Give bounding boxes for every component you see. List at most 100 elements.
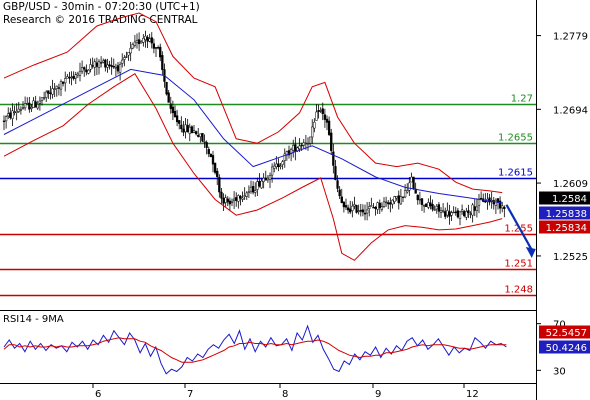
candle-body xyxy=(188,126,191,134)
candle-body xyxy=(209,153,213,158)
price-level-label: 1.248 xyxy=(504,285,533,296)
candle-body xyxy=(42,97,46,99)
price-level-label: 1.2655 xyxy=(498,133,533,144)
candle-body xyxy=(359,210,362,212)
price-axis-label: 1.2694 xyxy=(553,105,588,116)
candle-body xyxy=(11,110,14,119)
candle-body xyxy=(211,155,215,165)
candle-body xyxy=(89,64,92,70)
time-axis-label: 9 xyxy=(375,389,381,400)
candle-body xyxy=(435,205,438,210)
candle-body xyxy=(76,73,80,76)
candle-body xyxy=(330,132,333,151)
candle-body xyxy=(433,209,436,211)
time-axis-label: 12 xyxy=(466,389,479,400)
candle-body xyxy=(171,106,175,114)
candle-body xyxy=(235,197,238,201)
candle-body xyxy=(245,192,248,197)
candle-body xyxy=(422,205,426,207)
candle-body xyxy=(222,197,225,204)
candle-body xyxy=(201,133,204,142)
candle-body xyxy=(264,177,267,181)
candle-body xyxy=(154,47,158,49)
candle-body xyxy=(503,206,506,210)
candle-body xyxy=(450,212,453,216)
candle-body xyxy=(306,142,310,145)
candle-body xyxy=(21,107,25,109)
candle-body xyxy=(104,59,107,68)
candle-body xyxy=(408,182,411,191)
candle-body xyxy=(61,81,65,84)
candle-body xyxy=(321,108,324,115)
candle-body xyxy=(357,210,360,212)
candle-body xyxy=(351,205,354,211)
forecast-arrowhead xyxy=(525,246,536,258)
candle-body xyxy=(247,191,251,193)
candle-body xyxy=(102,60,105,63)
candle-body xyxy=(389,202,392,205)
candle-body xyxy=(355,205,358,213)
candle-body xyxy=(34,101,37,108)
candle-body xyxy=(87,69,90,74)
candle-body xyxy=(228,200,232,205)
candle-body xyxy=(133,41,137,46)
candle-body xyxy=(277,163,280,168)
candle-body xyxy=(425,203,428,207)
time-axis-label: 6 xyxy=(95,389,101,400)
candle-body xyxy=(40,97,44,101)
candle-body xyxy=(4,116,8,122)
candle-body xyxy=(427,202,430,208)
candle-body xyxy=(114,66,118,69)
candle-body xyxy=(446,210,449,216)
candle-body xyxy=(17,108,20,112)
candle-body xyxy=(448,211,451,217)
candle-body xyxy=(368,206,371,209)
rsi-axis-label: 30 xyxy=(553,366,566,377)
price-level-label: 1.27 xyxy=(511,94,533,105)
candle-body xyxy=(471,204,474,216)
candle-body xyxy=(83,67,86,70)
candle-body xyxy=(85,69,88,73)
candle-body xyxy=(370,205,373,207)
candle-body xyxy=(494,199,498,206)
candle-body xyxy=(298,145,301,150)
candle-body xyxy=(387,202,390,205)
candle-body xyxy=(325,118,329,123)
time-axis-label: 8 xyxy=(282,389,288,400)
candle-body xyxy=(74,74,77,79)
candle-body xyxy=(161,55,164,70)
candle-body xyxy=(112,66,115,68)
candle-body xyxy=(224,197,227,203)
candle-body xyxy=(365,209,369,214)
candle-body xyxy=(180,124,183,130)
candle-body xyxy=(47,90,50,94)
candle-body xyxy=(397,195,400,204)
candle-body xyxy=(175,115,179,123)
candle-body xyxy=(346,207,350,211)
candle-body xyxy=(304,142,308,145)
candle-body xyxy=(78,70,82,76)
candle-body xyxy=(192,130,196,133)
candle-body xyxy=(125,56,128,58)
candle-body xyxy=(501,205,504,209)
candle-body xyxy=(226,198,229,203)
candle-body xyxy=(167,92,170,103)
candle-body xyxy=(108,64,111,67)
candle-body xyxy=(121,59,124,64)
candle-body xyxy=(239,196,242,199)
candle-body xyxy=(273,165,276,169)
candle-body xyxy=(140,41,143,44)
candle-body xyxy=(93,61,96,68)
price-axis-label: 1.2525 xyxy=(553,252,588,263)
candle-body xyxy=(393,196,396,203)
candle-body xyxy=(173,110,177,117)
candle-body xyxy=(384,201,388,203)
price-tag-label: 1.2584 xyxy=(552,194,587,205)
candle-body xyxy=(184,124,187,133)
candle-body xyxy=(142,37,145,43)
candle-body xyxy=(262,177,265,182)
candle-body xyxy=(241,197,244,200)
candle-body xyxy=(431,204,434,210)
candle-body xyxy=(186,124,189,133)
candle-body xyxy=(197,135,200,137)
